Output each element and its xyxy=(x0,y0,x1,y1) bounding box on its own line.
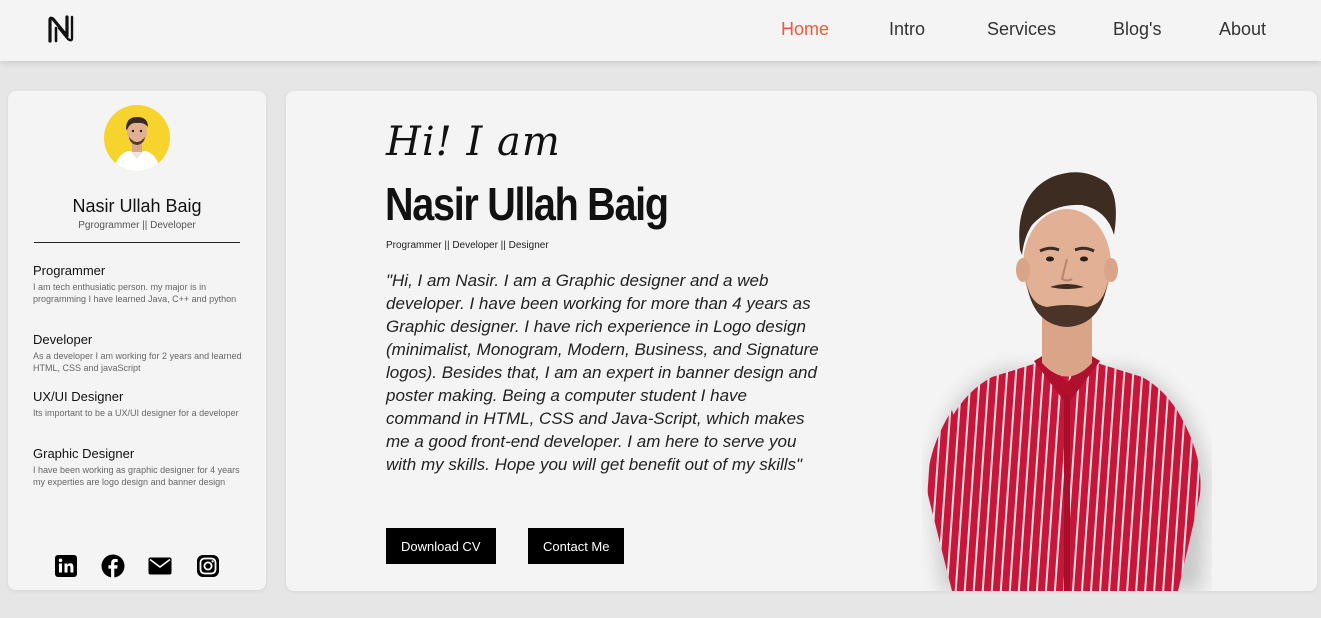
nav-about[interactable]: About xyxy=(1219,19,1266,40)
hero-name: Nasir Ullah Baig xyxy=(385,178,669,230)
linkedin-icon[interactable] xyxy=(54,554,78,578)
skill-title: Developer xyxy=(33,332,93,347)
profile-card: Nasir Ullah Baig Pgrogrammer || Develope… xyxy=(8,91,266,590)
profile-role: Pgrogrammer || Developer xyxy=(78,220,196,231)
skill-graphic: Graphic Designer I have been working as … xyxy=(33,446,243,488)
avatar xyxy=(104,105,170,171)
facebook-icon[interactable] xyxy=(101,554,125,578)
skill-uxui: UX/UI Designer Its important to be a UX/… xyxy=(33,389,243,419)
hero-card: Hi! I am Nasir Ullah Baig Programmer || … xyxy=(286,91,1317,591)
instagram-icon[interactable] xyxy=(196,554,220,578)
divider xyxy=(34,242,240,243)
hero-role: Programmer || Developer || Designer xyxy=(386,240,549,251)
skill-programmer: Programmer I am tech enthusiatic person.… xyxy=(33,263,243,305)
skill-title: Programmer xyxy=(33,263,106,278)
greeting: Hi! I am xyxy=(386,119,561,165)
skill-desc: As a developer I am working for 2 years … xyxy=(33,351,242,373)
skill-title: Graphic Designer xyxy=(33,446,135,461)
contact-me-button[interactable]: Contact Me xyxy=(528,528,625,564)
mail-icon[interactable] xyxy=(148,554,172,578)
social-links xyxy=(8,554,266,580)
nav-blogs[interactable]: Blog's xyxy=(1113,19,1161,40)
profile-name: Nasir Ullah Baig xyxy=(72,196,202,216)
skill-desc: Its important to be a UX/UI designer for… xyxy=(33,408,239,418)
portrait-photo xyxy=(927,172,1207,591)
download-cv-button[interactable]: Download CV xyxy=(386,528,496,564)
skill-title: UX/UI Designer xyxy=(33,389,124,404)
profile-photo xyxy=(104,105,170,171)
navbar: Home Intro Services Blog's About xyxy=(0,0,1321,61)
skill-desc: I have been working as graphic designer … xyxy=(33,465,240,487)
nav-home[interactable]: Home xyxy=(781,19,829,40)
n-monogram-logo[interactable] xyxy=(46,14,76,44)
hero-bio: "Hi, I am Nasir. I am a Graphic designer… xyxy=(386,271,819,474)
nav-intro[interactable]: Intro xyxy=(889,19,925,40)
nav-services[interactable]: Services xyxy=(987,19,1056,40)
skill-developer: Developer As a developer I am working fo… xyxy=(33,332,243,374)
skill-desc: I am tech enthusiatic person. my major i… xyxy=(33,282,237,304)
